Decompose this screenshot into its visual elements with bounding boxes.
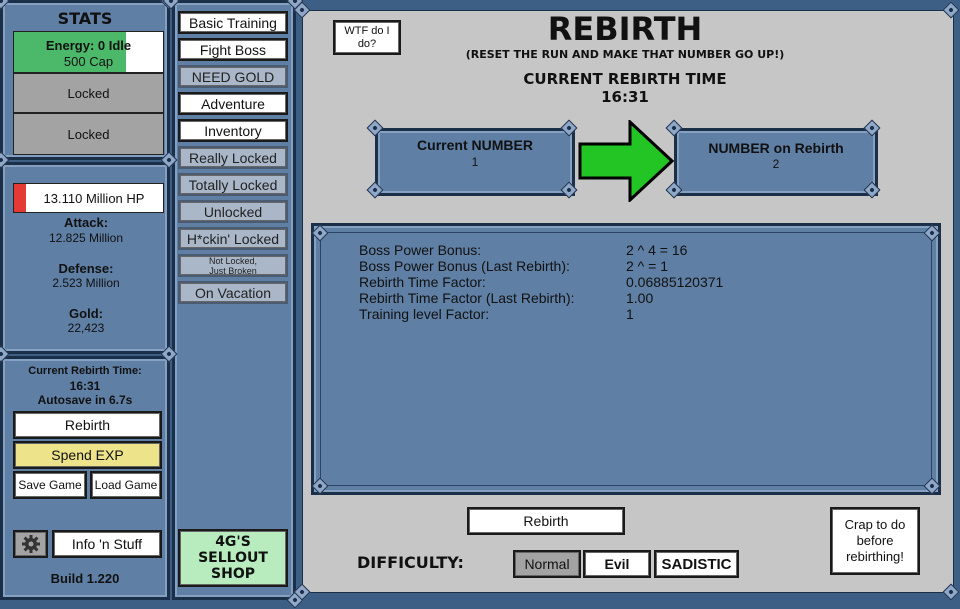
wtf-help-button[interactable]: WTF do I do? bbox=[333, 20, 401, 55]
locked-slot-1: Locked bbox=[13, 73, 164, 113]
rebirth-detail-value: 1 bbox=[626, 306, 634, 322]
nav-basic-training[interactable]: Basic Training bbox=[178, 11, 288, 34]
nav-really-locked[interactable]: Really Locked bbox=[178, 146, 288, 169]
current-rebirth-time-label: CURRENT REBIRTH TIME bbox=[523, 70, 727, 88]
nav-fight-boss[interactable]: Fight Boss bbox=[178, 38, 288, 61]
page-title: REBIRTH bbox=[547, 10, 703, 48]
difficulty-label: DIFFICULTY: bbox=[357, 553, 464, 572]
rebirth-detail-label: Rebirth Time Factor: bbox=[359, 274, 486, 290]
shop-line3: SHOP bbox=[211, 566, 255, 582]
attack-value: 12.825 Million bbox=[48, 231, 124, 245]
nav-inventory[interactable]: Inventory bbox=[178, 119, 288, 142]
gold-label: Gold: bbox=[69, 306, 103, 321]
rebirth-time-value: 16:31 bbox=[69, 379, 101, 393]
rebirth-number-label: NUMBER on Rebirth bbox=[708, 140, 844, 156]
nav-heckin-locked[interactable]: H*ckin' Locked bbox=[178, 227, 288, 250]
rebirth-detail-value: 1.00 bbox=[626, 290, 654, 306]
combat-stats-panel: 13.110 Million HP Attack: 12.825 Million… bbox=[0, 162, 170, 354]
current-number-value: 1 bbox=[471, 155, 479, 169]
crap-line3: rebirthing! bbox=[846, 549, 904, 564]
nav-unlocked[interactable]: Unlocked bbox=[178, 200, 288, 223]
rebirth-number-box: NUMBER on Rebirth 2 bbox=[674, 128, 878, 196]
rebirth-detail-value: 2 ^ 4 = 16 bbox=[626, 242, 688, 258]
spend-exp-button[interactable]: Spend EXP bbox=[13, 441, 162, 469]
energy-bar: Energy: 0 Idle 500 Cap bbox=[13, 31, 164, 73]
gear-icon bbox=[21, 535, 40, 553]
crap-line1: Crap to do bbox=[844, 517, 906, 532]
difficulty-normal-button[interactable]: Normal bbox=[513, 550, 581, 578]
current-rebirth-time-value: 16:31 bbox=[601, 88, 649, 106]
nav-need-gold[interactable]: NEED GOLD bbox=[178, 65, 288, 88]
gold-value: 22,423 bbox=[67, 321, 105, 335]
nav-on-vacation[interactable]: On Vacation bbox=[178, 281, 288, 304]
stats-title: STATS bbox=[57, 9, 113, 28]
rebirth-time-label: Current Rebirth Time: bbox=[28, 365, 142, 377]
save-game-button[interactable]: Save Game bbox=[13, 471, 87, 499]
energy-text-2: 500 Cap bbox=[63, 54, 114, 69]
nav-not-locked-just-broken[interactable]: Not Locked, Just Broken bbox=[178, 254, 288, 277]
rebirth-detail-label: Training level Factor: bbox=[359, 306, 490, 322]
energy-text-1: Energy: 0 Idle bbox=[45, 38, 132, 53]
rebirth-button[interactable]: Rebirth bbox=[467, 507, 625, 535]
current-number-box: Current NUMBER 1 bbox=[375, 128, 575, 196]
info-n-stuff-button[interactable]: Info 'n Stuff bbox=[52, 530, 162, 558]
nav-adventure[interactable]: Adventure bbox=[178, 92, 288, 115]
locked-slot-2: Locked bbox=[13, 113, 164, 155]
autosave-text: Autosave in 6.7s bbox=[37, 393, 133, 407]
settings-button[interactable] bbox=[13, 530, 48, 558]
sidebar-rebirth-button[interactable]: Rebirth bbox=[13, 411, 162, 439]
rebirth-detail-label: Boss Power Bonus: bbox=[359, 242, 482, 258]
hp-bar: 13.110 Million HP bbox=[13, 183, 164, 213]
load-game-button[interactable]: Load Game bbox=[90, 471, 162, 499]
defense-value: 2.523 Million bbox=[52, 276, 120, 290]
difficulty-evil-button[interactable]: Evil bbox=[583, 550, 651, 578]
difficulty-sadistic-button[interactable]: SADISTIC bbox=[654, 550, 739, 578]
rebirth-detail-label: Rebirth Time Factor (Last Rebirth): bbox=[359, 290, 575, 306]
current-number-label: Current NUMBER bbox=[417, 137, 533, 153]
wtf-line1: WTF do I bbox=[344, 24, 390, 37]
stats-panel: STATS Energy: 0 Idle 500 Cap Locked Lock… bbox=[0, 0, 170, 160]
nav-not-locked-line2: Just Broken bbox=[209, 265, 257, 276]
sellout-shop-button[interactable]: 4G'S SELLOUT SHOP bbox=[178, 529, 288, 587]
shop-line2: SELLOUT bbox=[198, 550, 268, 566]
crap-to-do-button[interactable]: Crap to do before rebirthing! bbox=[830, 507, 920, 575]
shop-line1: 4G'S bbox=[215, 534, 251, 550]
hp-text: 13.110 Million HP bbox=[43, 191, 145, 206]
rebirth-detail-value: 0.06885120371 bbox=[626, 274, 724, 290]
build-version: Build 1.220 bbox=[50, 571, 120, 586]
crap-line2: before bbox=[856, 533, 894, 548]
rebirth-detail-label: Boss Power Bonus (Last Rebirth): bbox=[359, 258, 570, 274]
rebirth-detail-value: 2 ^ = 1 bbox=[626, 258, 668, 274]
attack-label: Attack: bbox=[63, 215, 109, 230]
nav-not-locked-line1: Not Locked, bbox=[208, 255, 258, 266]
defense-label: Defense: bbox=[58, 261, 114, 276]
page-subtitle: (RESET THE RUN AND MAKE THAT NUMBER GO U… bbox=[465, 48, 785, 61]
nav-totally-locked[interactable]: Totally Locked bbox=[178, 173, 288, 196]
rebirth-info-panel: Current Rebirth Time: 16:31 Autosave in … bbox=[0, 356, 170, 600]
rebirth-number-value: 2 bbox=[772, 157, 780, 171]
arrow-right-icon bbox=[578, 120, 674, 202]
wtf-line2: do? bbox=[357, 37, 377, 50]
